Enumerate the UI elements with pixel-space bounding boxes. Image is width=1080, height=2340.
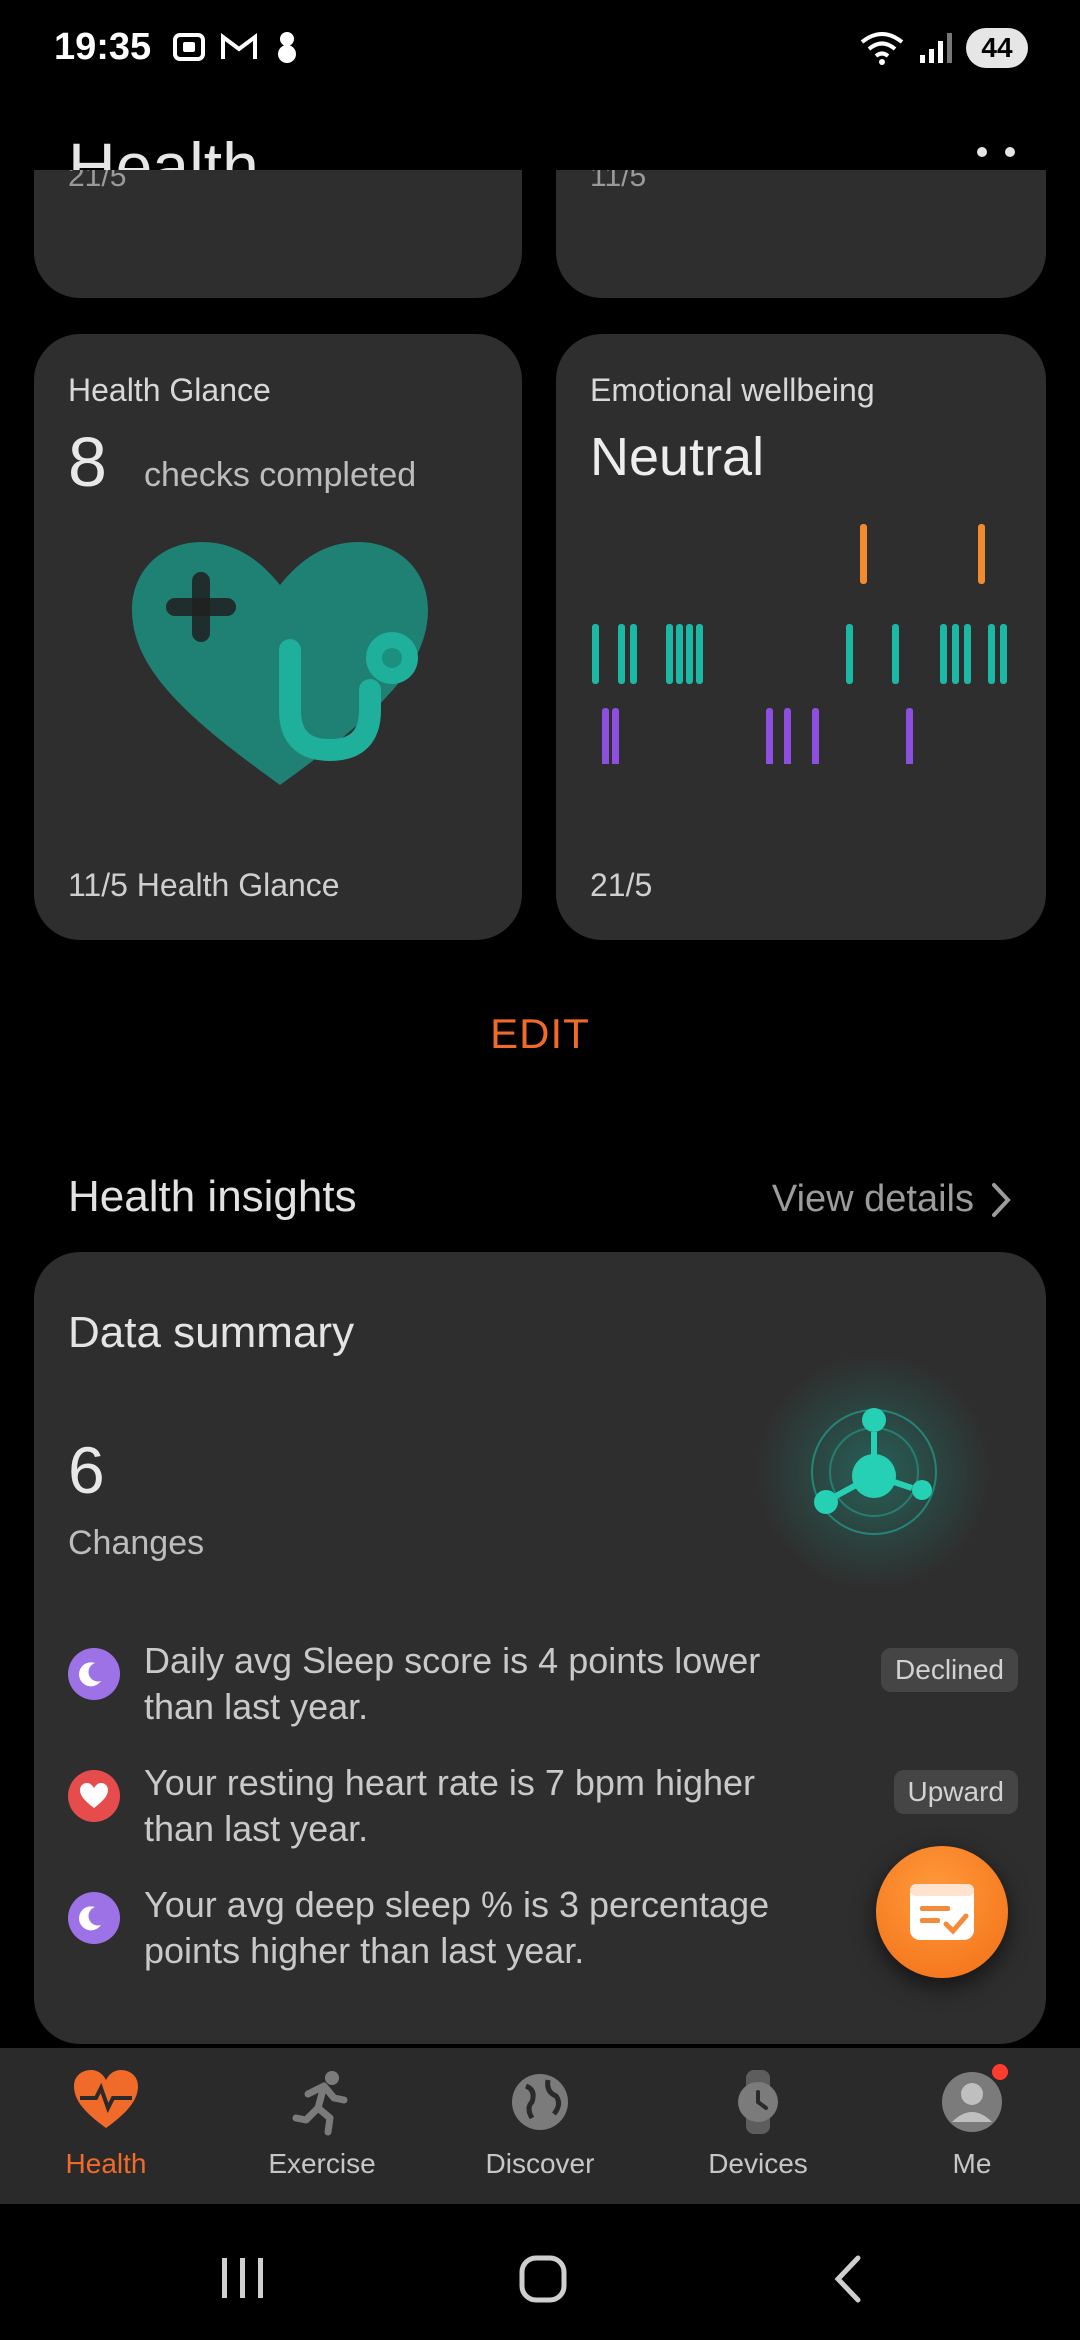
signal-icon bbox=[920, 33, 952, 63]
nav-label: Exercise bbox=[268, 2148, 376, 2179]
card-footer: 11/5 Health Glance bbox=[68, 867, 340, 903]
snowman-icon bbox=[278, 32, 296, 63]
insight-item[interactable]: Daily avg Sleep score is 4 points lower … bbox=[68, 1638, 1018, 1730]
partial-card-right[interactable]: 11/5 bbox=[556, 170, 1046, 298]
neutral-marks bbox=[592, 624, 1007, 684]
summary-title: Data summary bbox=[68, 1308, 355, 1357]
partial-card-left[interactable]: 21/5 bbox=[34, 170, 522, 298]
nav-item-me[interactable]: Me bbox=[872, 2064, 1072, 2180]
notification-icons bbox=[172, 30, 302, 64]
wifi-icon bbox=[860, 32, 904, 65]
emotion-state: Neutral bbox=[590, 427, 765, 487]
nav-item-health[interactable]: Health bbox=[6, 2068, 206, 2180]
bottom-nav: Health Exercise Discover Devices Me bbox=[0, 2048, 1080, 2204]
view-details-label: View details bbox=[771, 1178, 974, 1220]
card-label: Health Glance bbox=[68, 372, 271, 408]
view-details-link[interactable]: View details bbox=[772, 1178, 1012, 1221]
insight-text: Your avg deep sleep % is 3 percentage po… bbox=[144, 1884, 770, 1971]
card-footer: 21/5 bbox=[590, 867, 653, 903]
nav-label: Me bbox=[952, 2148, 992, 2179]
nav-item-discover[interactable]: Discover bbox=[440, 2068, 640, 2180]
gmail-icon bbox=[221, 33, 257, 59]
battery-indicator: 44 bbox=[966, 28, 1028, 68]
heart-icon bbox=[68, 1770, 120, 1822]
partial-card-date: 11/5 bbox=[590, 170, 647, 193]
health-glance-card[interactable]: Health Glance 8 checks completed 11/5 He… bbox=[34, 334, 522, 940]
nav-label: Health bbox=[65, 2148, 147, 2179]
recent-apps-icon[interactable] bbox=[218, 2256, 268, 2300]
globe-icon bbox=[506, 2068, 574, 2136]
heart-pulse-icon bbox=[72, 2068, 140, 2136]
screenshot-icon bbox=[173, 33, 205, 61]
chevron-right-icon bbox=[992, 1182, 1011, 1217]
status-time: 19:35 bbox=[54, 26, 152, 68]
sleep-icon bbox=[68, 1648, 120, 1700]
changes-label: Changes bbox=[68, 1524, 205, 1562]
system-status-icons: 44 bbox=[860, 28, 1028, 68]
report-fab-button[interactable] bbox=[876, 1846, 1008, 1978]
data-network-icon bbox=[811, 1408, 937, 1535]
insight-text: Daily avg Sleep score is 4 points lower … bbox=[144, 1640, 761, 1727]
insight-text: Your resting heart rate is 7 bpm higher … bbox=[144, 1762, 756, 1849]
changes-count: 6 bbox=[68, 1433, 105, 1507]
report-check-icon bbox=[910, 1884, 974, 1940]
partial-card-date: 21/5 bbox=[68, 170, 127, 193]
health-heart-stethoscope-icon bbox=[132, 542, 428, 785]
edit-button[interactable]: EDIT bbox=[0, 1010, 1080, 1058]
home-icon[interactable] bbox=[518, 2254, 568, 2304]
insight-item[interactable]: Your resting heart rate is 7 bpm higher … bbox=[68, 1760, 1018, 1852]
checks-count: 8 bbox=[68, 423, 107, 501]
watch-icon bbox=[724, 2068, 792, 2136]
checks-label: checks completed bbox=[144, 456, 417, 494]
nav-item-devices[interactable]: Devices bbox=[658, 2068, 858, 2180]
emotional-wellbeing-card[interactable]: Emotional wellbeing Neutral 21/5 bbox=[556, 334, 1046, 940]
notification-dot bbox=[992, 2064, 1008, 2080]
profile-icon bbox=[938, 2064, 1008, 2136]
status-badge: Declined bbox=[881, 1648, 1018, 1692]
nav-label: Discover bbox=[485, 2148, 595, 2179]
unpleasant-marks bbox=[602, 708, 913, 764]
insight-item[interactable]: Your avg deep sleep % is 3 percentage po… bbox=[68, 1882, 1018, 1974]
system-nav-bar bbox=[0, 2204, 1080, 2340]
deep-sleep-icon bbox=[68, 1892, 120, 1944]
health-insights-title: Health insights bbox=[68, 1172, 357, 1221]
back-icon[interactable] bbox=[830, 2254, 864, 2304]
emotion-timeline-chart bbox=[592, 524, 1007, 764]
pleasant-marks bbox=[860, 524, 985, 584]
nav-item-exercise[interactable]: Exercise bbox=[222, 2068, 422, 2180]
card-label: Emotional wellbeing bbox=[590, 372, 875, 408]
runner-icon bbox=[288, 2068, 356, 2136]
nav-label: Devices bbox=[708, 2148, 808, 2179]
status-badge: Upward bbox=[893, 1770, 1018, 1814]
